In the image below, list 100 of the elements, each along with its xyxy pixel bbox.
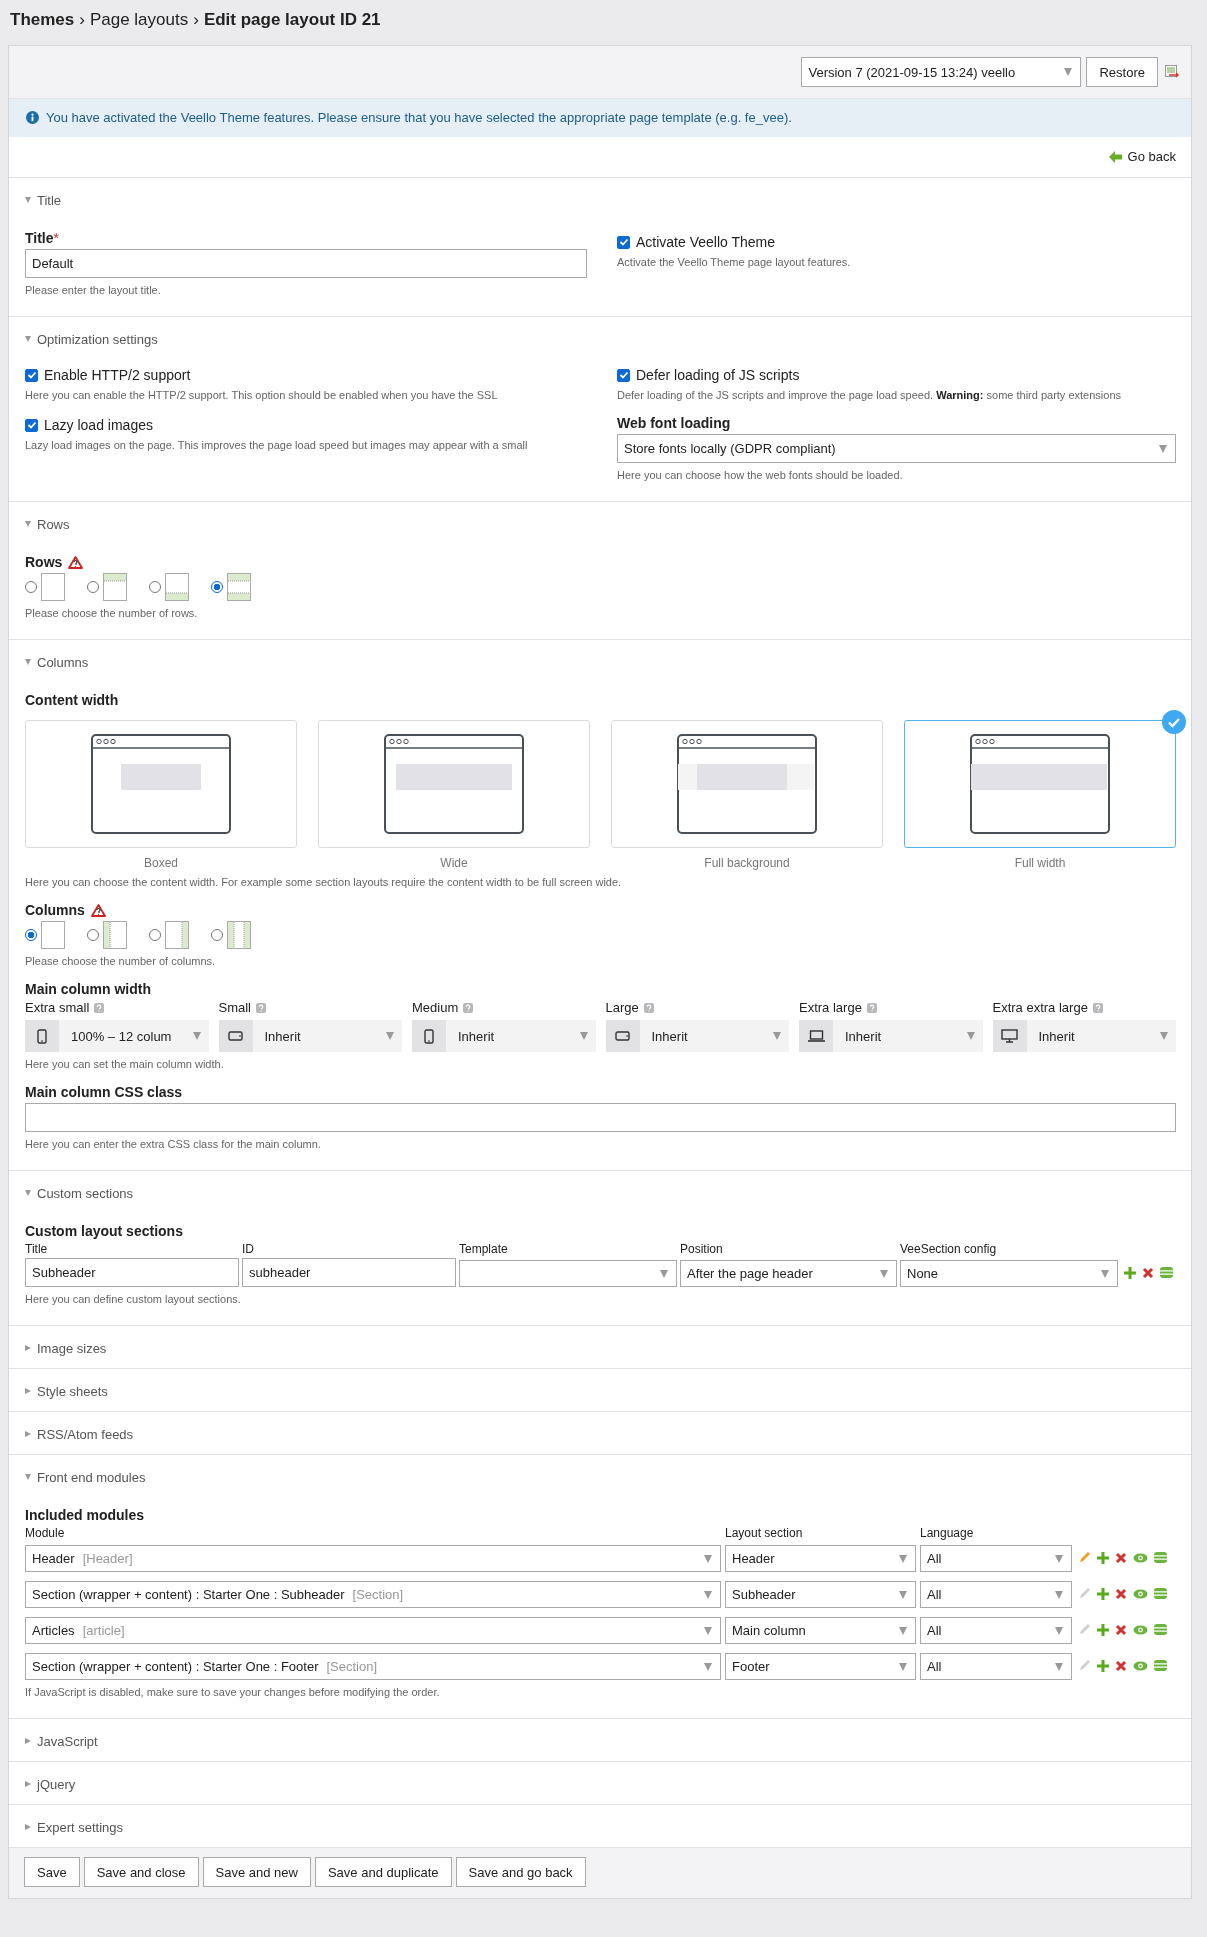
radio-button[interactable] (149, 929, 161, 941)
help-icon (463, 1002, 474, 1013)
css-class-input[interactable] (25, 1103, 1176, 1132)
drag-handle-icon[interactable] (1154, 1624, 1167, 1635)
delete-icon[interactable] (1142, 1266, 1154, 1279)
section-toggle[interactable]: Rows (9, 502, 1191, 544)
module-select[interactable]: Section (wrapper + content) : Starter One : Footer [Section] (25, 1653, 721, 1680)
dropdown[interactable]: After the page header (680, 1260, 897, 1287)
module-select[interactable]: Header [Header] (25, 1545, 721, 1572)
column-header: Layout section (725, 1526, 804, 1540)
section-toggle[interactable]: Columns (9, 640, 1191, 682)
add-icon[interactable] (1097, 1551, 1109, 1564)
caret-icon (704, 1554, 712, 1563)
drag-handle-icon[interactable] (1154, 1552, 1167, 1563)
drag-handle-icon[interactable] (1160, 1267, 1173, 1278)
section-toggle[interactable]: Style sheets (9, 1369, 1191, 1411)
text-input[interactable]: Subheader (25, 1258, 239, 1287)
layout-section-select[interactable]: Header (725, 1545, 916, 1572)
add-icon[interactable] (1097, 1659, 1109, 1672)
checkbox[interactable] (25, 368, 38, 382)
phone-icon (424, 1028, 434, 1044)
help-icon (94, 1002, 105, 1013)
save-button[interactable]: Save and new (202, 1857, 311, 1887)
version-select[interactable]: Version 7 (2021-09-15 13:24) veello (801, 57, 1082, 87)
section-toggle[interactable]: Front end modules (9, 1455, 1191, 1497)
radio-button[interactable] (25, 929, 37, 941)
caret-icon (1101, 1269, 1109, 1278)
save-button[interactable]: Save (24, 1857, 80, 1887)
field-label: Rows (25, 554, 63, 570)
laptop-icon (807, 1030, 825, 1042)
dropdown[interactable]: None (900, 1260, 1118, 1287)
section-toggle[interactable]: Title (9, 178, 1191, 220)
delete-icon[interactable] (1115, 1659, 1127, 1672)
title-input[interactable]: Default (25, 249, 587, 278)
radio-button[interactable] (25, 581, 37, 593)
column-header: ID (242, 1242, 255, 1256)
device-button[interactable] (799, 1020, 833, 1052)
delete-icon[interactable] (1115, 1623, 1127, 1636)
phone-icon (37, 1028, 47, 1044)
go-back-link[interactable]: Go back (1108, 149, 1176, 164)
drag-handle-icon[interactable] (1154, 1588, 1167, 1599)
eye-icon[interactable] (1133, 1588, 1148, 1599)
radio-button[interactable] (149, 581, 161, 593)
add-icon[interactable] (1097, 1587, 1109, 1600)
add-icon[interactable] (1097, 1623, 1109, 1636)
module-select[interactable]: Articles [article] (25, 1617, 721, 1644)
caret-icon (899, 1662, 907, 1671)
delete-icon[interactable] (1115, 1587, 1127, 1600)
checkbox-label: Enable HTTP/2 support (44, 367, 191, 383)
list-icon[interactable] (1165, 65, 1179, 79)
eye-icon[interactable] (1133, 1660, 1148, 1671)
layout-section-select[interactable]: Subheader (725, 1581, 916, 1608)
radio-button[interactable] (211, 581, 223, 593)
checkbox[interactable] (25, 418, 38, 432)
edit-icon[interactable] (1079, 1551, 1091, 1564)
section-toggle[interactable]: RSS/Atom feeds (9, 1412, 1191, 1454)
restore-button[interactable]: Restore (1086, 57, 1158, 87)
device-button[interactable] (605, 1020, 640, 1052)
breadcrumb-link[interactable]: Page layouts (89, 10, 189, 30)
save-button[interactable]: Save and duplicate (314, 1857, 452, 1887)
checkbox[interactable] (617, 235, 630, 249)
checkbox[interactable] (617, 368, 630, 382)
layout-option-card[interactable] (904, 720, 1176, 848)
breadcrumb-current: Edit page layout ID 21 (203, 10, 381, 30)
eye-icon[interactable] (1133, 1624, 1148, 1635)
radio-button[interactable] (211, 929, 223, 941)
section-toggle[interactable]: Image sizes (9, 1326, 1191, 1368)
column-header: Template (459, 1242, 509, 1256)
help-text: If JavaScript is disabled, make sure to save your changes before modifying the order. (25, 1686, 441, 1698)
language-select[interactable]: All (920, 1581, 1072, 1608)
add-icon[interactable] (1124, 1266, 1136, 1279)
font-loading-select[interactable]: Store fonts locally (GDPR compliant) (617, 434, 1176, 463)
device-button[interactable] (25, 1020, 59, 1052)
device-button[interactable] (218, 1020, 253, 1052)
language-select[interactable]: All (920, 1653, 1072, 1680)
text-input[interactable]: subheader (242, 1258, 456, 1287)
caret-icon (966, 1032, 975, 1040)
section-toggle[interactable]: jQuery (9, 1762, 1191, 1804)
radio-button[interactable] (87, 929, 99, 941)
dropdown[interactable] (459, 1260, 677, 1287)
section-toggle[interactable]: JavaScript (9, 1719, 1191, 1761)
drag-handle-icon[interactable] (1154, 1660, 1167, 1671)
eye-icon[interactable] (1133, 1552, 1148, 1563)
section-toggle[interactable]: Expert settings (9, 1805, 1191, 1847)
checkbox-label: Lazy load images (44, 417, 153, 433)
language-select[interactable]: All (920, 1617, 1072, 1644)
check-icon (1162, 710, 1186, 734)
layout-section-select[interactable]: Footer (725, 1653, 916, 1680)
module-select[interactable]: Section (wrapper + content) : Starter One : Subheader [Section] (25, 1581, 721, 1608)
caret-icon (773, 1032, 781, 1040)
delete-icon[interactable] (1115, 1551, 1127, 1564)
layout-section-select[interactable]: Main column (725, 1617, 916, 1644)
language-select[interactable]: All (920, 1545, 1072, 1572)
save-button[interactable]: Save and close (83, 1857, 199, 1887)
radio-button[interactable] (87, 581, 99, 593)
device-button[interactable] (992, 1020, 1027, 1052)
section-toggle[interactable]: Optimization settings (9, 317, 1191, 359)
section-toggle[interactable]: Custom sections (9, 1171, 1191, 1213)
device-button[interactable] (412, 1020, 446, 1052)
save-button[interactable]: Save and go back (455, 1857, 586, 1887)
